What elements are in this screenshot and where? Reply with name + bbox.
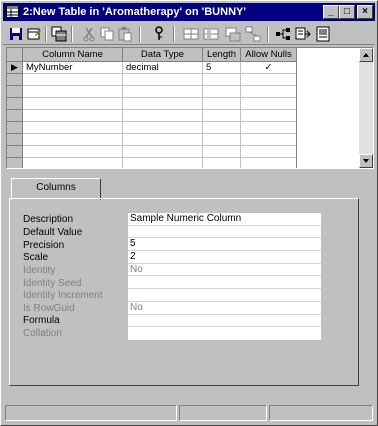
identity-increment-field [128,289,321,302]
cut-icon[interactable] [81,26,97,42]
property-label: Identity [23,265,56,276]
toolbar-separator [173,26,175,42]
cell-length[interactable]: 5 [203,62,241,74]
generate-script-icon[interactable] [315,26,331,42]
table-window-icon [6,5,19,18]
row-selector[interactable] [7,122,23,134]
grid-divider [122,74,123,168]
table-designer-window: 2:New Table in 'Aromatherapy' on 'BUNNY'… [0,0,378,426]
description-field[interactable]: Sample Numeric Column [128,213,321,226]
window-title: 2:New Table in 'Aromatherapy' on 'BUNNY' [23,6,246,18]
grid-divider [202,74,203,168]
property-values: Sample Numeric Column 5 2 No No [128,213,321,340]
minimize-button[interactable]: _ [323,5,339,19]
cell-data-type[interactable]: decimal [123,62,203,74]
tab-columns[interactable]: Columns [11,178,101,200]
status-panel [5,405,177,421]
copy-icon[interactable] [99,26,115,42]
manage-constraints-icon[interactable] [275,26,291,42]
row-selector[interactable] [7,86,23,98]
empty-row[interactable] [23,86,297,98]
status-panel [179,405,267,421]
tab-strip: Columns [11,178,101,200]
property-label: Description [23,214,74,225]
empty-row[interactable] [23,146,297,158]
property-label: Identity Increment [23,290,103,301]
collation-field [128,327,321,340]
close-button[interactable]: × [357,5,373,19]
property-label: Scale [23,252,49,263]
current-row-indicator[interactable]: ▶ [7,62,23,74]
property-label: Formula [23,315,60,326]
precision-field[interactable]: 5 [128,238,321,252]
table-properties-icon[interactable] [26,26,42,42]
copy-table-icon[interactable] [51,26,67,42]
property-label: Precision [23,240,65,251]
column-header-type[interactable]: Data Type [123,48,203,62]
scale-field[interactable]: 2 [128,251,321,264]
property-label: Identity Seed [23,278,82,289]
column-header-name[interactable]: Column Name [23,48,123,62]
toolbar-separator [71,26,73,42]
empty-row[interactable] [23,122,297,134]
toolbar-separator [45,26,47,42]
empty-row[interactable] [23,74,297,86]
status-panel [269,405,373,421]
manage-triggers-icon[interactable] [295,26,311,42]
row-selector-header [7,48,23,62]
delete-column-icon[interactable] [203,26,219,42]
empty-row[interactable] [23,158,297,168]
empty-row[interactable] [23,134,297,146]
arrow-up-icon [363,53,369,57]
column-header-allow-nulls[interactable]: Allow Nulls [241,48,297,62]
save-icon[interactable] [8,26,24,42]
toolbar [3,23,375,45]
columns-grid[interactable]: Column Name Data Type Length Allow Nulls… [6,47,374,169]
column-header-length[interactable]: Length [203,48,241,62]
identity-seed-field [128,277,321,290]
row-selector[interactable] [7,158,23,168]
grid-divider [240,74,241,168]
default-value-field[interactable] [128,226,321,239]
relationships-icon[interactable] [245,26,261,42]
vertical-scrollbar[interactable] [359,48,373,168]
toolbar-separator [139,26,141,42]
identity-field: No [128,264,321,277]
scroll-down-button[interactable] [359,154,373,168]
scroll-up-button[interactable] [359,48,373,62]
cell-column-name[interactable]: MyNumber [23,62,123,74]
property-label: Is RowGuid [23,303,75,314]
row-selector[interactable] [7,110,23,122]
status-bar [3,403,375,423]
formula-field[interactable] [128,315,321,328]
manage-indexes-icon[interactable] [225,26,241,42]
empty-row[interactable] [23,98,297,110]
title-bar[interactable]: 2:New Table in 'Aromatherapy' on 'BUNNY'… [3,3,375,21]
arrow-down-icon [363,159,369,163]
maximize-button[interactable]: □ [339,5,355,19]
row-selector[interactable] [7,146,23,158]
cell-allow-nulls-checkbox[interactable]: ✓ [241,62,297,74]
is-rowguid-field: No [128,302,321,315]
property-label: Collation [23,328,62,339]
row-selector[interactable] [7,74,23,86]
paste-icon[interactable] [117,26,133,42]
insert-column-icon[interactable] [183,26,199,42]
row-selector[interactable] [7,134,23,146]
toolbar-separator [267,26,269,42]
grid-empty-area [297,48,359,168]
property-label: Default Value [23,227,83,238]
empty-row[interactable] [23,110,297,122]
primary-key-icon[interactable] [151,26,167,42]
row-selector[interactable] [7,98,23,110]
